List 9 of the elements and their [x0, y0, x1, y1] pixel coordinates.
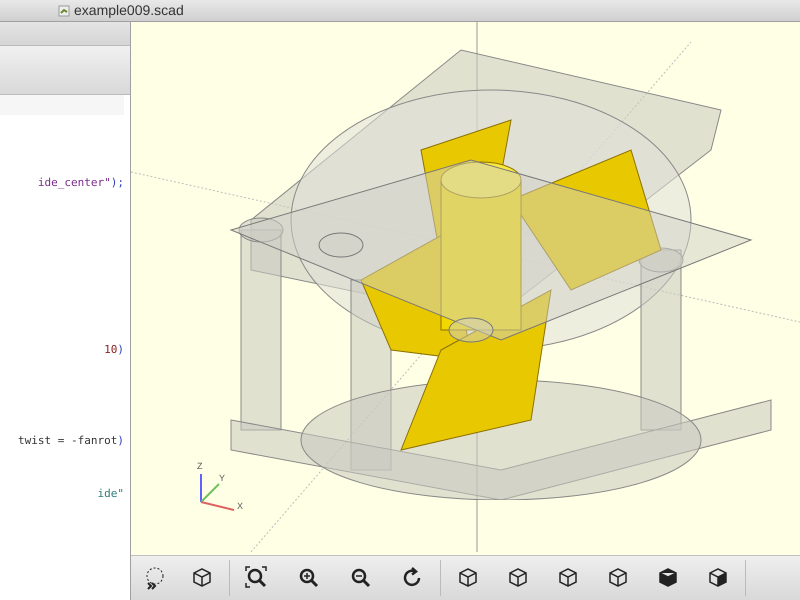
document-icon [58, 4, 70, 16]
z-axis-label: Z [197, 462, 202, 471]
x-axis-label: X [237, 502, 244, 511]
code-line: twist = -fanrot) [18, 433, 124, 449]
code-line: ide" [98, 486, 124, 502]
window-title: example009.scad [74, 1, 184, 20]
y-axis-label: Y [219, 474, 226, 483]
code-line: ide_center"); [38, 175, 124, 191]
code-line: 10) [104, 342, 124, 358]
